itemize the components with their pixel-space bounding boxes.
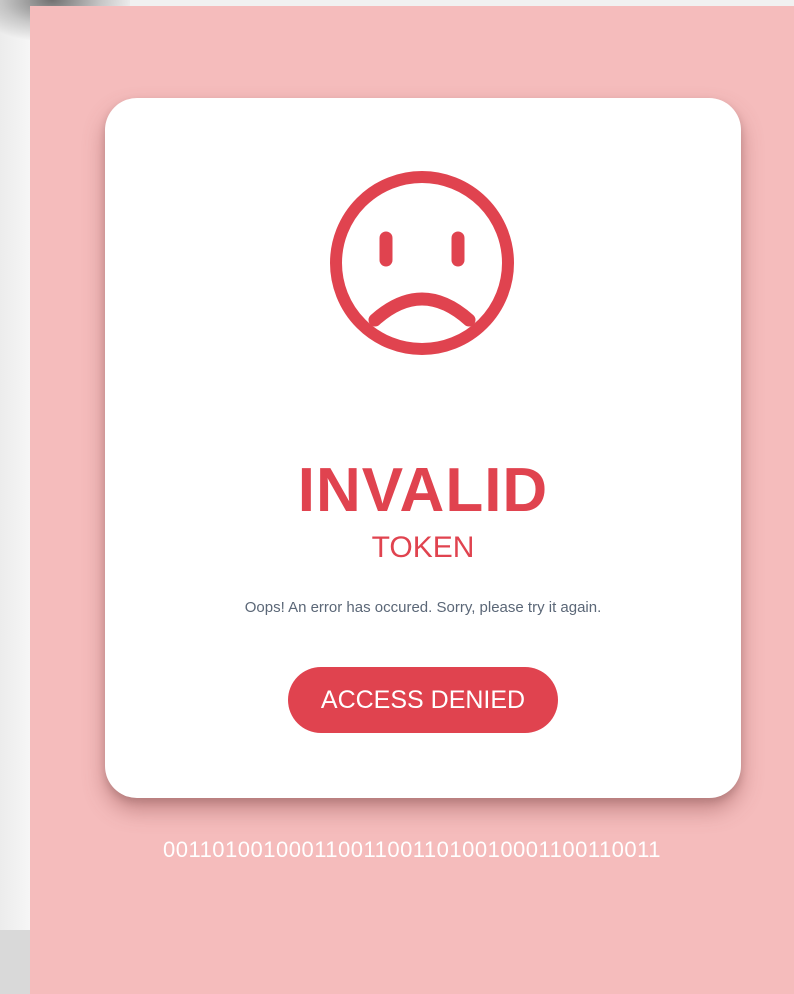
bottom-left-block	[0, 930, 32, 994]
page: INVALID TOKEN Oops! An error has occured…	[0, 0, 794, 994]
error-message: Oops! An error has occured. Sorry, pleas…	[244, 599, 602, 616]
binary-footer-text: 0011010010001100110011010010001100110011	[163, 837, 661, 862]
access-denied-button[interactable]: ACCESS DENIED	[288, 667, 558, 733]
error-panel: INVALID TOKEN Oops! An error has occured…	[30, 6, 794, 994]
sad-face-icon	[330, 171, 514, 355]
error-title: INVALID	[297, 456, 549, 525]
error-card: INVALID TOKEN Oops! An error has occured…	[105, 98, 741, 798]
left-margin	[0, 0, 30, 994]
error-subtitle: TOKEN	[371, 531, 475, 564]
